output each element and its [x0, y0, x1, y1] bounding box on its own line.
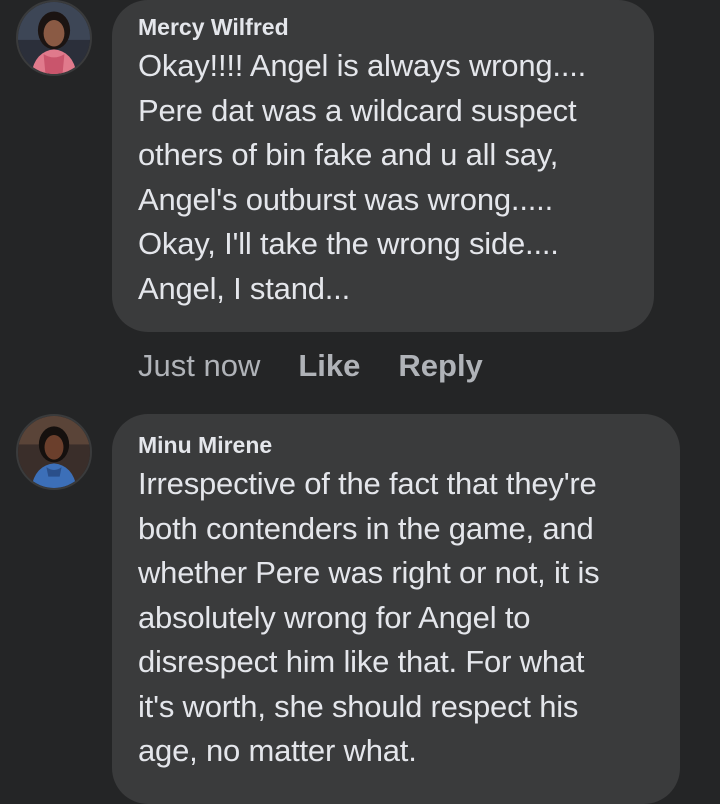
- like-button[interactable]: Like: [298, 346, 360, 386]
- comment-bubble: Mercy Wilfred Okay!!!! Angel is always w…: [112, 0, 654, 332]
- avatar-mercy-wilfred[interactable]: [16, 0, 92, 76]
- profile-photo-icon: [18, 416, 90, 488]
- comment-timestamp[interactable]: Just now: [138, 346, 260, 386]
- comment-text: Irrespective of the fact that they're bo…: [138, 466, 600, 768]
- comment-author[interactable]: Mercy Wilfred: [138, 12, 628, 42]
- comment-bubble: Minu Mirene Irrespective of the fact tha…: [112, 414, 680, 804]
- reply-button[interactable]: Reply: [398, 346, 482, 386]
- profile-photo-icon: [18, 2, 90, 74]
- comment-text: Okay!!!! Angel is always wrong.... Pere …: [138, 48, 587, 306]
- avatar-minu-mirene[interactable]: [16, 414, 92, 490]
- comment-author[interactable]: Minu Mirene: [138, 430, 654, 460]
- comment-actions: Just now Like Reply: [138, 346, 521, 386]
